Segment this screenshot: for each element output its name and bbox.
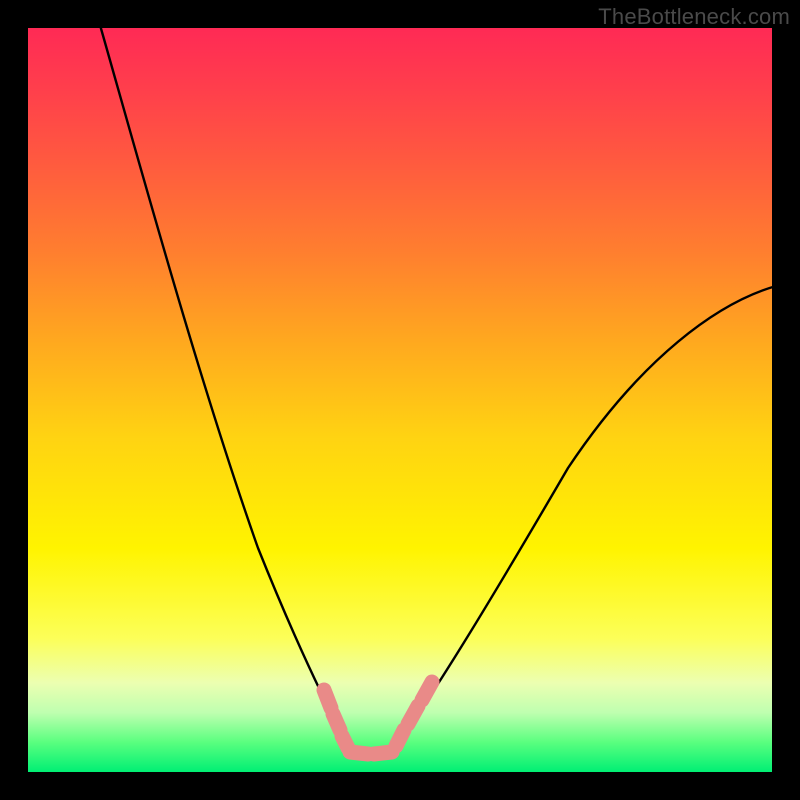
chart-frame: TheBottleneck.com: [0, 0, 800, 800]
curves-svg: [28, 28, 772, 772]
left-curve: [98, 18, 348, 746]
right-curve: [396, 283, 788, 746]
watermark-label: TheBottleneck.com: [598, 4, 790, 30]
valley-markers: [324, 682, 432, 754]
plot-area: [28, 28, 772, 772]
